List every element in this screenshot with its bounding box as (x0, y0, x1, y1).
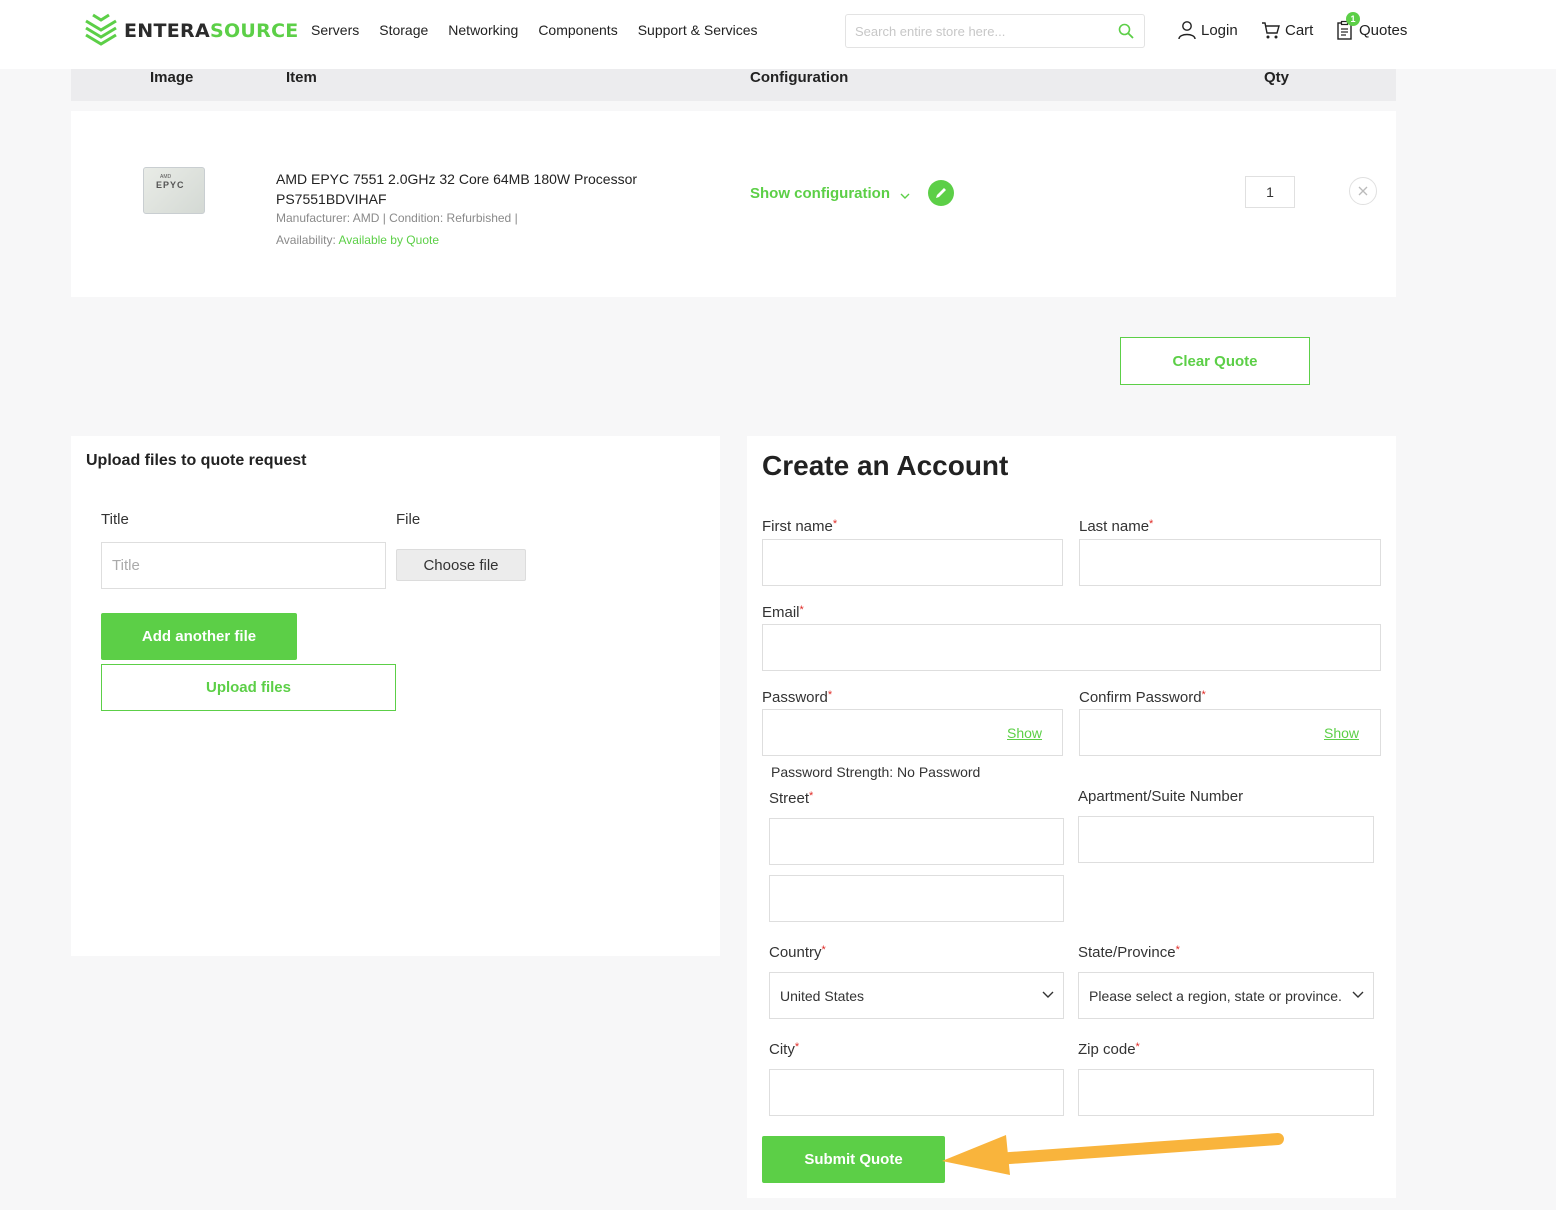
submit-quote-button[interactable]: Submit Quote (762, 1136, 945, 1183)
add-another-file-button[interactable]: Add another file (101, 613, 297, 660)
show-confirm-password-link[interactable]: Show (1324, 725, 1359, 741)
street-line-2-input[interactable] (770, 876, 1063, 921)
last-name-label: Last name* (1079, 518, 1154, 535)
availability-value: Available by Quote (338, 233, 439, 247)
edit-item-button[interactable] (928, 180, 954, 206)
quote-item-row: AMD EPYC AMD EPYC 7551 2.0GHz 32 Core 64… (71, 111, 1396, 297)
login-link[interactable]: Login (1177, 20, 1238, 40)
country-select[interactable]: United States (769, 972, 1064, 1019)
first-name-label: First name* (762, 518, 838, 535)
apartment-field (1078, 816, 1374, 863)
availability-label: Availability: (276, 233, 336, 247)
nav-components[interactable]: Components (538, 22, 617, 38)
logo-icon (85, 13, 117, 46)
quotes-link[interactable]: Quotes (1335, 20, 1407, 40)
street-line-2-field (769, 875, 1064, 922)
apartment-input[interactable] (1079, 817, 1373, 862)
state-select[interactable]: Please select a region, state or provinc… (1078, 972, 1374, 1019)
search-input[interactable] (846, 15, 1108, 47)
city-field (769, 1069, 1064, 1116)
last-name-field (1079, 539, 1381, 586)
create-account-panel: Create an Account First name* Last name*… (747, 436, 1396, 1198)
product-thumbnail[interactable]: AMD EPYC (143, 167, 205, 214)
nav-support-services[interactable]: Support & Services (638, 22, 758, 38)
column-configuration: Configuration (750, 69, 849, 86)
nav-storage[interactable]: Storage (379, 22, 428, 38)
password-strength-meter: Password Strength: No Password (771, 764, 981, 780)
country-select-value: United States (780, 987, 865, 1004)
password-label: Password* (762, 689, 833, 706)
column-qty: Qty (1264, 69, 1290, 86)
nav-servers[interactable]: Servers (311, 22, 359, 38)
column-item: Item (286, 69, 317, 86)
email-field (762, 624, 1381, 671)
cart-icon (1262, 22, 1280, 39)
upload-title-input[interactable] (102, 543, 385, 588)
create-account-heading: Create an Account (762, 450, 1009, 481)
confirm-password-label: Confirm Password* (1079, 689, 1206, 706)
state-select-value: Please select a region, state or provinc… (1089, 987, 1341, 1004)
product-meta: Manufacturer: AMD | Condition: Refurbish… (276, 211, 518, 225)
upload-file-label: File (396, 511, 421, 528)
last-name-input[interactable] (1080, 540, 1380, 585)
site-logo[interactable]: ENTERASOURCE (84, 12, 299, 50)
remove-item-button[interactable] (1349, 177, 1377, 205)
qty-input[interactable] (1245, 176, 1295, 208)
thumb-text: EPYC (156, 180, 185, 190)
pencil-icon (936, 188, 946, 198)
site-header: ENTERASOURCE Servers Storage Networking … (0, 0, 1556, 69)
show-configuration-label: Show configuration (750, 185, 890, 202)
upload-heading: Upload files to quote request (86, 452, 307, 469)
nav-networking[interactable]: Networking (448, 22, 518, 38)
apartment-label: Apartment/Suite Number (1078, 788, 1244, 805)
email-label: Email* (762, 604, 804, 621)
quotes-label: Quotes (1359, 21, 1408, 39)
main-nav: Servers Storage Networking Components Su… (311, 22, 778, 38)
upload-title-label: Title (101, 511, 129, 528)
product-name[interactable]: AMD EPYC 7551 2.0GHz 32 Core 64MB 180W P… (276, 169, 676, 209)
upload-files-button[interactable]: Upload files (101, 664, 396, 711)
zip-field (1078, 1069, 1374, 1116)
show-configuration-toggle[interactable]: Show configuration (750, 185, 910, 202)
city-input[interactable] (770, 1070, 1063, 1115)
zip-input[interactable] (1079, 1070, 1373, 1115)
quote-table-header: Image Item Configuration Qty (71, 69, 1396, 101)
choose-file-button[interactable]: Choose file (396, 549, 526, 581)
logo-text: ENTERASOURCE (124, 20, 299, 42)
user-icon (1178, 21, 1196, 40)
annotation-arrow (942, 1133, 1284, 1175)
upload-files-panel: Upload files to quote request Title File… (71, 436, 720, 956)
chevron-down-icon (1042, 991, 1054, 998)
cart-link[interactable]: Cart (1261, 20, 1313, 40)
country-label: Country* (769, 944, 826, 961)
clear-quote-button[interactable]: Clear Quote (1120, 337, 1310, 385)
search-box (845, 14, 1145, 48)
street-line-1-field (769, 818, 1064, 865)
cart-label: Cart (1285, 21, 1314, 39)
chevron-down-icon (1352, 991, 1364, 998)
street-line-1-input[interactable] (770, 819, 1063, 864)
column-image: Image (150, 69, 194, 86)
search-icon[interactable] (1118, 23, 1134, 39)
chevron-down-icon (900, 193, 910, 199)
city-label: City* (769, 1041, 800, 1058)
quotes-count-badge: 1 (1346, 12, 1360, 26)
state-label: State/Province* (1078, 944, 1180, 961)
login-label: Login (1201, 21, 1238, 39)
zip-label: Zip code* (1078, 1041, 1140, 1058)
product-availability: Availability: Available by Quote (276, 233, 439, 247)
first-name-field (762, 539, 1063, 586)
email-input[interactable] (763, 625, 1380, 670)
upload-title-field (101, 542, 386, 589)
close-icon (1358, 186, 1368, 196)
show-password-link[interactable]: Show (1007, 725, 1042, 741)
street-label: Street* (769, 790, 814, 807)
first-name-input[interactable] (763, 540, 1062, 585)
